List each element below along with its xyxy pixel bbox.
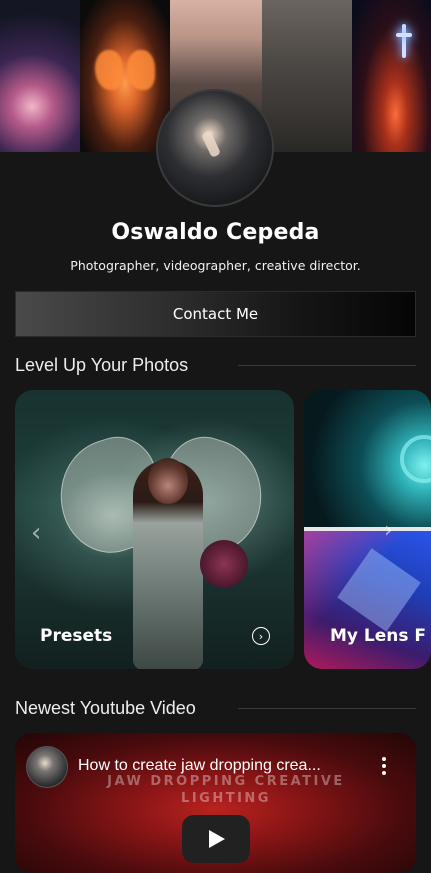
banner-photo-4 <box>262 0 352 152</box>
card-label: Presets <box>40 626 113 646</box>
banner-photo-2 <box>80 0 170 152</box>
more-vertical-icon[interactable] <box>382 757 386 778</box>
play-icon[interactable] <box>182 815 250 863</box>
video-title[interactable]: How to create jaw dropping crea... <box>78 757 358 775</box>
section-title-photos: Level Up Your Photos <box>15 355 189 375</box>
banner-photo-1 <box>0 0 80 152</box>
chevron-circle-right-icon[interactable]: › <box>252 627 270 645</box>
profile-bio: Photographer, videographer, creative dir… <box>70 258 361 273</box>
channel-avatar[interactable] <box>26 746 68 788</box>
card-presets[interactable]: ‹ Presets › <box>15 390 294 669</box>
banner-photo-5 <box>352 0 431 152</box>
section-title-video: Newest Youtube Video <box>15 698 196 718</box>
chevron-right-icon[interactable]: › <box>384 518 393 543</box>
section-divider <box>238 708 416 709</box>
chevron-left-icon[interactable]: ‹ <box>31 518 41 548</box>
section-divider <box>238 365 416 366</box>
profile-avatar <box>156 89 274 207</box>
profile-name: Oswaldo Cepeda <box>111 220 320 245</box>
video-overlay-text: JAW DROPPING CREATIVE LIGHTING <box>107 774 345 806</box>
contact-me-button[interactable]: Contact Me <box>15 291 416 337</box>
card-label: My Lens F <box>330 626 427 646</box>
neon-cross-icon <box>396 24 412 58</box>
youtube-video-embed[interactable]: JAW DROPPING CREATIVE LIGHTING How to cr… <box>15 733 416 873</box>
card-lens[interactable]: › My Lens F <box>304 390 431 669</box>
